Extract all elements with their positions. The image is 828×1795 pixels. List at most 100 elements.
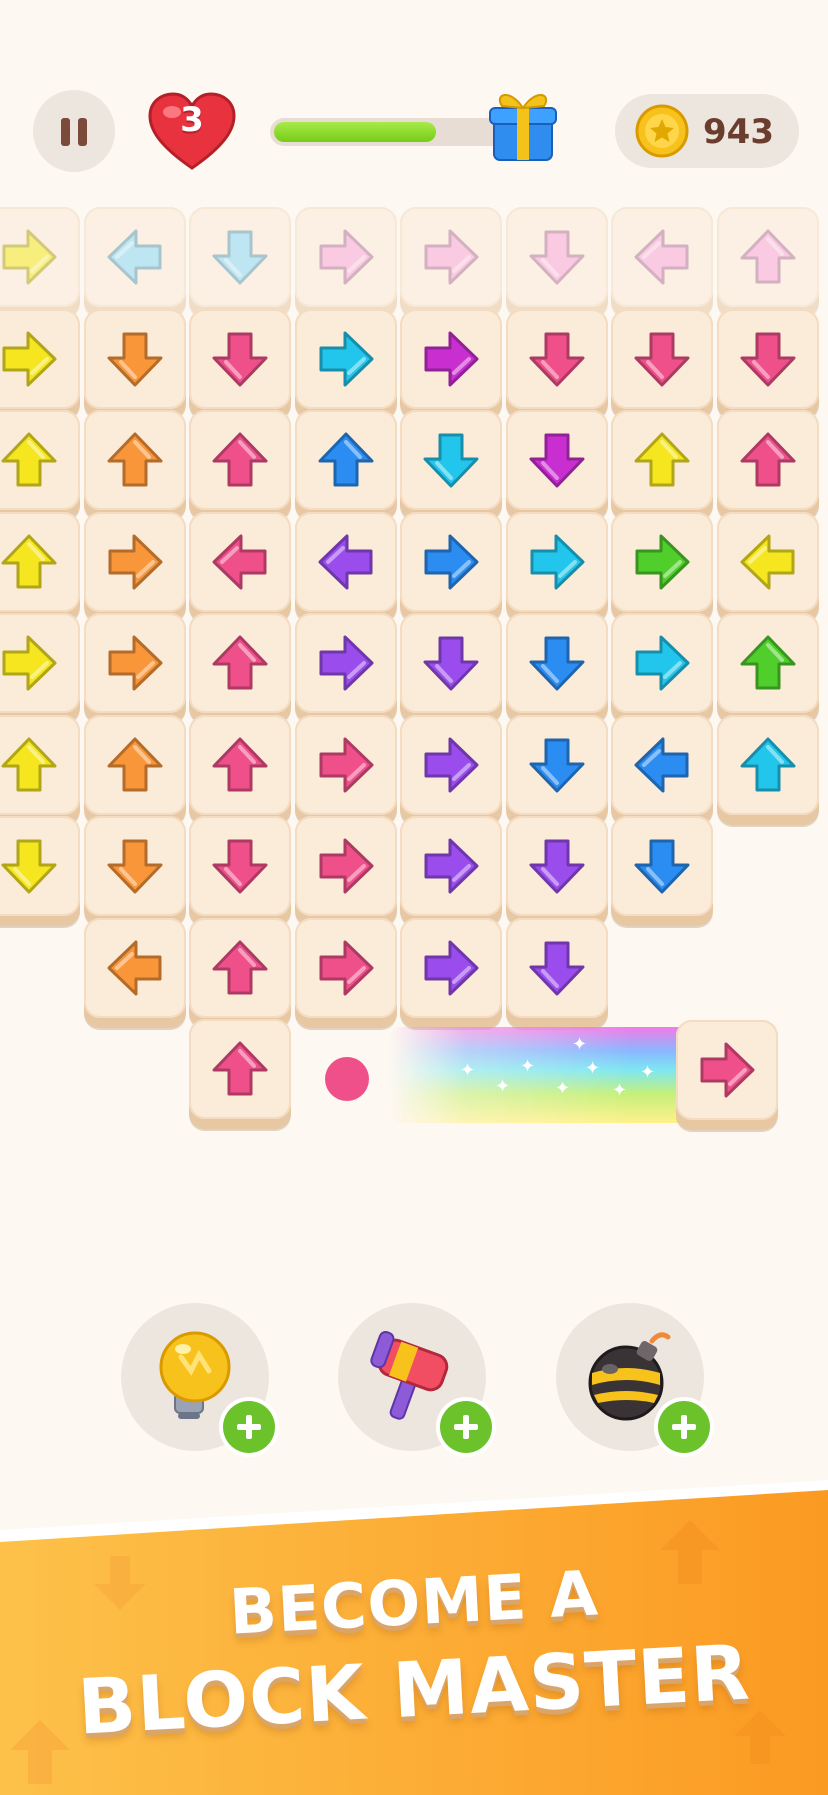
arrow-down-icon	[107, 332, 163, 387]
sparkle-icon: ✦	[585, 1058, 601, 1079]
arrow-tile[interactable]	[400, 816, 502, 926]
puzzle-board	[0, 0, 828, 1150]
arrow-up-icon	[1, 737, 57, 792]
arrow-down-icon	[212, 839, 268, 894]
hammer-booster-button[interactable]	[338, 1303, 492, 1453]
sparkle-icon: ✦	[612, 1080, 628, 1101]
arrow-tile[interactable]	[400, 715, 502, 825]
arrow-tile[interactable]	[295, 816, 397, 926]
arrow-down-icon	[740, 332, 796, 387]
arrow-tile[interactable]	[189, 309, 291, 419]
arrow-tile[interactable]	[295, 512, 397, 622]
arrow-right-icon	[319, 838, 374, 894]
arrow-tile[interactable]	[611, 816, 713, 926]
target-ball	[325, 1057, 369, 1101]
sparkle-icon: ✦	[460, 1060, 476, 1081]
arrow-tile[interactable]	[506, 918, 608, 1028]
arrow-tile[interactable]	[0, 207, 80, 317]
arrow-tile[interactable]	[189, 918, 291, 1028]
arrow-tile[interactable]	[611, 613, 713, 723]
arrow-left-icon	[107, 940, 162, 996]
arrow-tile[interactable]	[506, 512, 608, 622]
arrow-tile[interactable]	[506, 410, 608, 520]
arrow-tile[interactable]	[611, 207, 713, 317]
arrow-tile[interactable]	[295, 613, 397, 723]
arrow-right-icon	[635, 534, 690, 590]
arrow-tile[interactable]	[506, 816, 608, 926]
arrow-down-icon	[634, 332, 690, 387]
arrow-right-icon	[319, 229, 374, 285]
arrow-tile[interactable]	[611, 512, 713, 622]
arrow-left-icon	[212, 534, 267, 590]
arrow-tile[interactable]	[400, 512, 502, 622]
arrow-tile[interactable]	[0, 309, 80, 419]
arrow-tile[interactable]	[0, 512, 80, 622]
arrow-tile[interactable]	[84, 512, 186, 622]
arrow-tile[interactable]	[506, 309, 608, 419]
moving-arrow-tile[interactable]	[676, 1020, 778, 1130]
arrow-tile[interactable]	[506, 715, 608, 825]
arrow-down-icon	[529, 941, 585, 996]
arrow-right-icon	[530, 534, 585, 590]
arrow-right-icon	[108, 534, 163, 590]
arrow-tile[interactable]	[295, 918, 397, 1028]
add-hammer-button[interactable]	[440, 1401, 492, 1453]
arrow-right-icon	[424, 838, 479, 894]
hint-booster-button[interactable]	[121, 1303, 275, 1453]
add-hint-button[interactable]	[223, 1401, 275, 1453]
arrow-tile[interactable]	[189, 410, 291, 520]
arrow-tile[interactable]	[0, 715, 80, 825]
arrow-up-icon	[212, 1041, 268, 1096]
arrow-tile[interactable]	[717, 512, 819, 622]
arrow-tile[interactable]	[84, 613, 186, 723]
promo-banner: BECOME A BLOCK MASTER	[0, 1480, 828, 1795]
arrow-tile[interactable]	[84, 918, 186, 1028]
arrow-tile[interactable]	[400, 309, 502, 419]
arrow-tile[interactable]	[611, 309, 713, 419]
arrow-tile[interactable]	[84, 309, 186, 419]
arrow-tile[interactable]	[0, 613, 80, 723]
arrow-tile[interactable]	[611, 715, 713, 825]
bomb-booster-button[interactable]	[556, 1303, 710, 1453]
arrow-tile[interactable]	[717, 613, 819, 723]
sparkle-icon: ✦	[520, 1056, 536, 1077]
arrow-right-icon	[424, 331, 479, 387]
add-bomb-button[interactable]	[658, 1401, 710, 1453]
arrow-tile[interactable]	[611, 410, 713, 520]
arrow-tile[interactable]	[295, 207, 397, 317]
arrow-tile[interactable]	[84, 715, 186, 825]
arrow-tile[interactable]	[189, 512, 291, 622]
arrow-tile[interactable]	[84, 207, 186, 317]
arrow-down-icon	[212, 332, 268, 387]
arrow-right-icon	[424, 940, 479, 996]
arrow-tile[interactable]	[295, 309, 397, 419]
arrow-down-icon	[529, 636, 585, 691]
arrow-tile[interactable]	[295, 715, 397, 825]
arrow-up-icon	[318, 432, 374, 487]
arrow-right-icon	[108, 635, 163, 691]
arrow-tile[interactable]	[506, 613, 608, 723]
arrow-tile[interactable]	[717, 309, 819, 419]
arrow-tile[interactable]	[189, 816, 291, 926]
arrow-tile[interactable]	[189, 207, 291, 317]
arrow-tile[interactable]	[400, 613, 502, 723]
arrow-tile[interactable]	[0, 410, 80, 520]
arrow-tile[interactable]	[189, 715, 291, 825]
arrow-tile[interactable]	[506, 207, 608, 317]
arrow-tile[interactable]	[84, 816, 186, 926]
arrow-tile[interactable]	[0, 816, 80, 926]
arrow-tile[interactable]	[717, 410, 819, 520]
arrow-tile[interactable]	[717, 207, 819, 317]
arrow-tile[interactable]	[400, 918, 502, 1028]
arrow-up-icon	[740, 737, 796, 792]
arrow-tile[interactable]	[717, 715, 819, 825]
arrow-tile[interactable]	[400, 207, 502, 317]
arrow-right-icon	[319, 940, 374, 996]
arrow-tile[interactable]	[84, 410, 186, 520]
sparkle-icon: ✦	[572, 1034, 588, 1055]
arrow-tile[interactable]	[295, 410, 397, 520]
arrow-tile[interactable]	[400, 410, 502, 520]
arrow-tile[interactable]	[189, 1019, 291, 1129]
arrow-right-icon	[319, 331, 374, 387]
arrow-tile[interactable]	[189, 613, 291, 723]
